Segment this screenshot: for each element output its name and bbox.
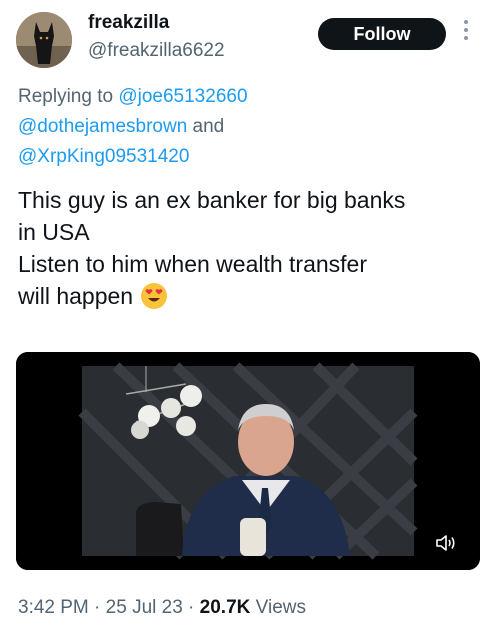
mention-link[interactable]: @XrpKing09531420 bbox=[18, 146, 189, 167]
conjunction-text: and bbox=[187, 116, 225, 137]
tweet-line: will happen bbox=[18, 283, 134, 309]
heart-eyes-emoji bbox=[141, 283, 168, 309]
video-player[interactable] bbox=[16, 352, 480, 570]
separator: · bbox=[182, 597, 200, 618]
tweet-line: in USA bbox=[18, 219, 90, 245]
user-handle[interactable]: @freakzilla6622 bbox=[88, 40, 225, 62]
mention-link[interactable]: @dothejamesbrown bbox=[18, 116, 187, 137]
follow-button[interactable]: Follow bbox=[318, 18, 446, 50]
dog-avatar-image bbox=[16, 12, 72, 68]
replying-to-line-2: @dothejamesbrown and bbox=[18, 112, 224, 142]
tweet-line: Listen to him when wealth transfer bbox=[18, 251, 368, 277]
replying-to-line-3: @XrpKing09531420 bbox=[18, 142, 189, 172]
speaker-muted-icon[interactable] bbox=[434, 532, 458, 554]
more-vertical-icon[interactable] bbox=[462, 20, 470, 48]
tweet-meta: 3:42 PM · 25 Jul 23 · 20.7K Views bbox=[18, 597, 306, 619]
display-name[interactable]: freakzilla bbox=[88, 12, 169, 34]
replying-to-line-1: Replying to @joe65132660 bbox=[18, 82, 248, 112]
views-label: Views bbox=[250, 597, 306, 618]
views-count[interactable]: 20.7K bbox=[200, 597, 251, 618]
tweet-text: This guy is an ex banker for big banks i… bbox=[18, 184, 488, 312]
replying-to-label: Replying to bbox=[18, 86, 119, 107]
tweet-date[interactable]: 25 Jul 23 bbox=[106, 597, 183, 618]
tweet-line-with-emoji: will happen bbox=[18, 280, 488, 312]
avatar[interactable] bbox=[16, 12, 72, 68]
separator: · bbox=[88, 597, 106, 618]
video-frame bbox=[16, 352, 480, 570]
tweet-line: This guy is an ex banker for big banks bbox=[18, 187, 406, 213]
mention-link[interactable]: @joe65132660 bbox=[118, 86, 247, 107]
tweet-time[interactable]: 3:42 PM bbox=[18, 597, 89, 618]
